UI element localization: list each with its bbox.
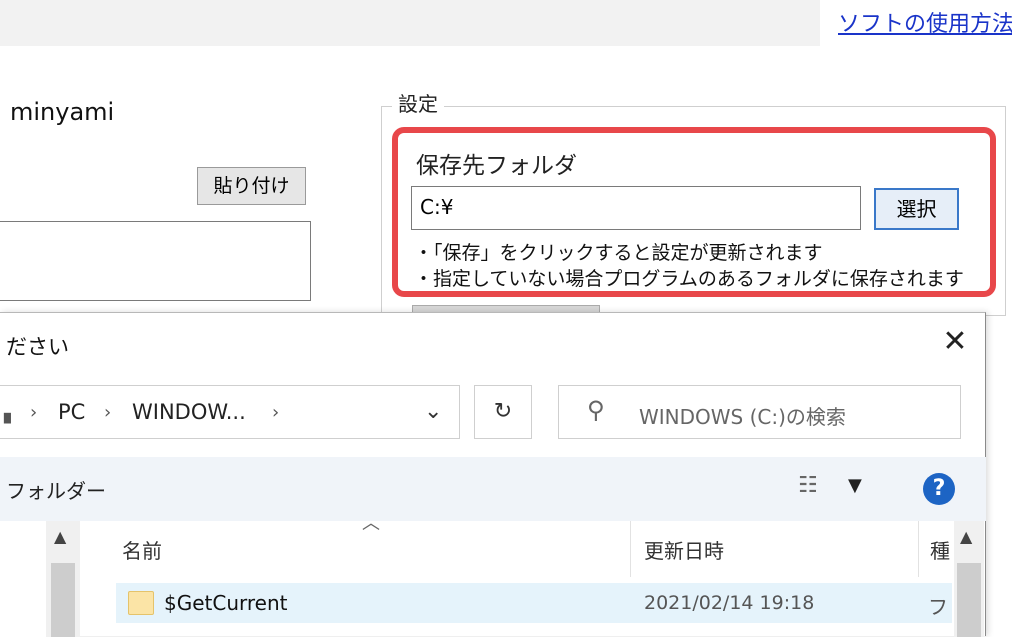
table-row[interactable]: $GetCurrent 2021/02/14 19:18 フ xyxy=(116,583,952,623)
address-segment-drive[interactable]: WINDOW... xyxy=(132,400,246,424)
url-input[interactable] xyxy=(0,221,311,301)
search-placeholder: WINDOWS (C:)の検索 xyxy=(639,405,846,429)
paste-button[interactable]: 貼り付け xyxy=(197,167,306,205)
column-header-name[interactable]: 名前 xyxy=(122,535,162,564)
column-header-type[interactable]: 種 xyxy=(930,535,952,564)
chevron-right-icon[interactable]: › xyxy=(272,402,279,423)
top-band-bg xyxy=(0,0,820,46)
chevron-down-icon[interactable]: ⌄ xyxy=(424,399,442,424)
scroll-up-icon[interactable]: ▲ xyxy=(54,527,66,546)
folder-dialog: ださい ✕ ▖ › PC › WINDOW... › ⌄ ↻ ⚲ WINDOWS… xyxy=(0,312,986,637)
address-segment-pc[interactable]: PC xyxy=(58,400,85,424)
dialog-toolbar: フォルダー ☷ ▼ ? xyxy=(0,457,986,521)
row-type: フ xyxy=(928,595,948,619)
dialog-title: ださい xyxy=(6,335,69,359)
scroll-up-icon[interactable]: ▲ xyxy=(960,527,972,546)
address-bar[interactable]: ▖ › PC › WINDOW... › xyxy=(0,385,460,439)
folder-icon xyxy=(128,591,154,615)
save-folder-label: 保存先フォルダ xyxy=(416,153,577,179)
view-dropdown-icon[interactable]: ▼ xyxy=(848,475,862,496)
new-folder-button[interactable]: フォルダー xyxy=(6,475,106,504)
user-name: minyami xyxy=(10,98,115,126)
search-input[interactable]: ⚲ WINDOWS (C:)の検索 xyxy=(558,385,961,439)
help-link[interactable]: ソフトの使用方法 xyxy=(838,6,1012,38)
nav-scroll-thumb[interactable] xyxy=(51,563,75,637)
close-icon[interactable]: ✕ xyxy=(940,327,970,357)
row-date: 2021/02/14 19:18 xyxy=(644,592,815,614)
view-options-icon[interactable]: ☷ xyxy=(798,473,818,498)
address-root-icon: ▖ xyxy=(4,403,18,424)
settings-legend: 設定 xyxy=(392,88,444,117)
help-icon[interactable]: ? xyxy=(923,473,955,505)
row-name: $GetCurrent xyxy=(164,591,288,615)
list-scroll-thumb[interactable] xyxy=(957,563,981,637)
note-default-folder: ・指定していない場合プログラムのあるフォルダに保存されます xyxy=(414,268,964,288)
chevron-right-icon[interactable]: › xyxy=(30,402,37,423)
column-header-date[interactable]: 更新日時 xyxy=(644,535,724,564)
chevron-right-icon[interactable]: › xyxy=(104,402,111,423)
column-divider[interactable] xyxy=(630,521,631,577)
sort-caret-icon: ︿ xyxy=(362,513,380,534)
column-divider[interactable] xyxy=(918,521,919,577)
save-folder-input[interactable]: C:¥ xyxy=(411,186,861,230)
note-save-update: ・「保存」をクリックすると設定が更新されます xyxy=(414,242,823,264)
refresh-icon[interactable]: ↻ xyxy=(474,385,532,439)
search-icon: ⚲ xyxy=(587,396,605,424)
select-folder-button[interactable]: 選択 xyxy=(874,188,959,230)
